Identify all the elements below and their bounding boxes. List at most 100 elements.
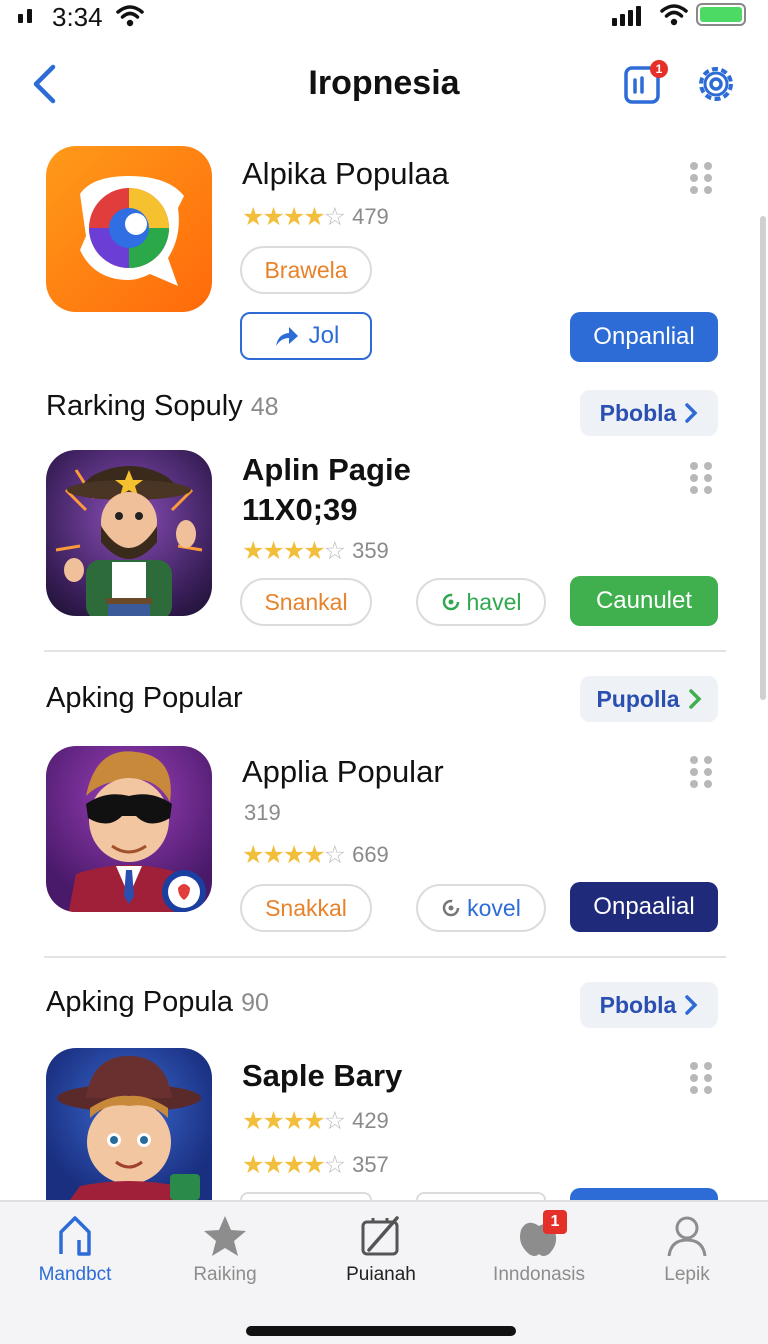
featured-rating: ★★★★ ☆ 479 xyxy=(242,202,389,232)
person-icon xyxy=(667,1216,707,1257)
star-outline-icon: ☆ xyxy=(323,537,346,565)
tab-label: Lepik xyxy=(664,1264,710,1285)
notification-badge: 1 xyxy=(650,60,668,78)
section-title-text: Apking Popula xyxy=(46,986,234,1018)
star-outline-icon: ☆ xyxy=(323,841,346,869)
section-title: Apking Popular xyxy=(46,682,243,715)
app-icon[interactable] xyxy=(46,746,212,912)
category-tag[interactable]: Snankal xyxy=(240,578,372,626)
star-icon: ★★★★ xyxy=(242,537,326,565)
app-icon[interactable] xyxy=(46,450,212,616)
divider xyxy=(44,956,726,958)
rating-count: 669 xyxy=(352,842,389,867)
signal-icon xyxy=(18,9,32,23)
category-tag[interactable]: Brawela xyxy=(240,246,372,294)
secondary-label: havel xyxy=(466,588,522,615)
share-arrow-icon xyxy=(275,327,298,346)
rating-count: 429 xyxy=(352,1108,389,1133)
battery-icon xyxy=(696,3,746,26)
see-all-button[interactable]: Pbobla xyxy=(580,982,718,1028)
more-options-icon[interactable] xyxy=(688,1062,716,1096)
app-subtitle: 11X0;39 xyxy=(242,492,358,527)
chevron-right-icon xyxy=(688,689,702,709)
featured-app-name: Alpika Populaa xyxy=(242,156,449,191)
secondary-button[interactable]: kovel xyxy=(416,884,546,932)
section-title-text: Rarking Sopuly xyxy=(46,390,243,422)
wifi-icon xyxy=(660,4,688,26)
tab-label: Puianah xyxy=(346,1264,416,1285)
notifications-button[interactable]: 1 xyxy=(620,58,670,108)
secondary-button[interactable] xyxy=(416,1192,546,1200)
see-all-label: Pbobla xyxy=(599,399,677,426)
app-rating: ★★★★ ☆ 357 xyxy=(242,1150,389,1180)
app-icon[interactable] xyxy=(46,1048,212,1200)
open-button[interactable] xyxy=(570,1188,718,1200)
tab-label: Inndonasis xyxy=(493,1264,585,1285)
star-icon: ★★★★ xyxy=(242,203,326,231)
more-options-icon[interactable] xyxy=(688,462,716,496)
star-outline-icon: ☆ xyxy=(323,1151,346,1179)
open-button[interactable]: Onpaalial xyxy=(570,882,718,932)
wifi-icon xyxy=(116,5,144,27)
apple-icon-wrap: 1 xyxy=(515,1210,567,1258)
cellular-signal-icon xyxy=(612,6,641,26)
tab-indonesia[interactable]: 1 Inndonasis xyxy=(464,1210,614,1304)
star-icon: ★★★★ xyxy=(242,841,326,869)
tab-profile[interactable]: Lepik xyxy=(612,1214,762,1304)
home-indicator[interactable] xyxy=(246,1326,516,1336)
star-icon xyxy=(204,1216,246,1256)
tab-badge: 1 xyxy=(543,1210,567,1234)
star-outline-icon: ☆ xyxy=(323,1107,346,1135)
section-title-text: Apking Popular xyxy=(46,682,243,714)
rating-count: 479 xyxy=(352,204,389,229)
category-tag[interactable]: Snakkal xyxy=(240,884,372,932)
tab-ranking[interactable]: Raiking xyxy=(150,1214,300,1304)
app-rating: ★★★★ ☆ 429 xyxy=(242,1106,389,1136)
tab-label: Mandbct xyxy=(38,1264,112,1285)
app-name: Saple Bary xyxy=(242,1058,403,1093)
refresh-icon xyxy=(442,593,459,611)
open-button[interactable]: Onpanlial xyxy=(570,312,718,362)
chevron-right-icon xyxy=(685,403,698,423)
cowboy-character-icon xyxy=(55,466,203,616)
see-all-label: Pupolla xyxy=(596,685,680,712)
category-tag[interactable] xyxy=(240,1192,372,1200)
status-bar: 3:34 xyxy=(0,0,768,40)
app-sub-number: 319 xyxy=(244,800,281,825)
app-rating: ★★★★ ☆ 359 xyxy=(242,536,389,566)
hat-character-icon xyxy=(57,1056,201,1200)
star-icon: ★★★★ xyxy=(242,1107,326,1135)
star-icon: ★★★★ xyxy=(242,1151,326,1179)
browser-logo-icon xyxy=(80,176,184,286)
see-all-label: Pbobla xyxy=(599,991,677,1018)
home-icon xyxy=(59,1216,91,1256)
section-count: 90 xyxy=(241,989,269,1017)
status-time: 3:34 xyxy=(52,2,103,32)
rating-count: 359 xyxy=(352,538,389,563)
tab-label: Raiking xyxy=(193,1264,257,1285)
see-all-button[interactable]: Pbobla xyxy=(580,390,718,436)
scrollbar[interactable] xyxy=(760,216,766,700)
more-options-icon[interactable] xyxy=(688,756,716,790)
rating-count: 357 xyxy=(352,1152,389,1177)
featured-app-icon[interactable] xyxy=(46,146,212,312)
section-title: Apking Popula 90 xyxy=(46,986,269,1019)
star-outline-icon: ☆ xyxy=(323,203,346,231)
see-all-button[interactable]: Pupolla xyxy=(580,676,718,722)
tab-write[interactable]: Puianah xyxy=(306,1214,456,1304)
chevron-right-icon xyxy=(685,995,698,1015)
gear-icon xyxy=(699,67,733,101)
app-name: Applia Popular xyxy=(242,754,444,789)
secondary-button[interactable]: havel xyxy=(416,578,546,626)
share-button[interactable]: Jol xyxy=(240,312,372,360)
app-name: Aplin Pagie xyxy=(242,452,411,487)
tab-home[interactable]: Mandbct xyxy=(0,1214,150,1304)
more-options-icon[interactable] xyxy=(688,162,716,196)
get-button[interactable]: Caunulet xyxy=(570,576,718,626)
refresh-icon xyxy=(442,899,460,917)
nav-bar: Iropnesia 1 xyxy=(0,52,768,116)
share-label: Jol xyxy=(308,322,340,349)
section-count: 48 xyxy=(250,393,279,421)
settings-button[interactable] xyxy=(692,60,740,108)
section-title: Rarking Sopuly 48 xyxy=(46,390,279,423)
